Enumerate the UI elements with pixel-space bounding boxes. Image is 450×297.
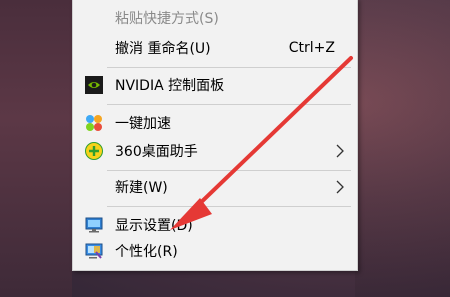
nvidia-icon — [85, 76, 103, 94]
menu-separator — [107, 206, 351, 207]
menu-item-label: 一键加速 — [115, 116, 171, 132]
shortcut-label: Ctrl+Z — [288, 40, 335, 56]
personalize-icon — [85, 242, 103, 260]
display-icon — [85, 216, 103, 234]
360-desktop-icon — [85, 142, 103, 160]
menu-separator — [107, 170, 351, 171]
desktop-background-right — [355, 0, 450, 297]
menu-item-360-desktop-assistant[interactable]: 360桌面助手 — [73, 138, 357, 164]
menu-separator — [107, 104, 351, 105]
menu-item-nvidia-control-panel[interactable]: NVIDIA 控制面板 — [73, 72, 357, 98]
menu-item-label: 粘贴快捷方式(S) — [115, 11, 219, 27]
menu-item-undo-rename[interactable]: 撤消 重命名(U) Ctrl+Z — [73, 35, 357, 61]
desktop-background-left — [0, 0, 72, 297]
menu-item-label: 个性化(R) — [115, 244, 178, 260]
menu-item-label: 显示设置(D) — [115, 218, 193, 234]
chevron-right-icon — [335, 143, 345, 159]
speedup-icon — [85, 114, 103, 132]
menu-item-paste-shortcut[interactable]: 粘贴快捷方式(S) — [73, 5, 357, 31]
menu-item-new[interactable]: 新建(W) — [73, 174, 357, 200]
menu-item-label: 撤消 重命名(U) — [115, 41, 211, 57]
menu-item-one-click-speedup[interactable]: 一键加速 — [73, 110, 357, 136]
menu-item-display-settings[interactable]: 显示设置(D) — [73, 212, 357, 238]
menu-item-label: 新建(W) — [115, 180, 168, 196]
menu-item-personalize[interactable]: 个性化(R) — [73, 238, 357, 264]
menu-separator — [107, 67, 351, 68]
context-menu: 粘贴快捷方式(S) 撤消 重命名(U) Ctrl+Z NVIDIA 控制面板 一… — [72, 0, 358, 271]
chevron-right-icon — [335, 179, 345, 195]
menu-item-label: NVIDIA 控制面板 — [115, 78, 225, 94]
menu-item-label: 360桌面助手 — [115, 144, 198, 160]
